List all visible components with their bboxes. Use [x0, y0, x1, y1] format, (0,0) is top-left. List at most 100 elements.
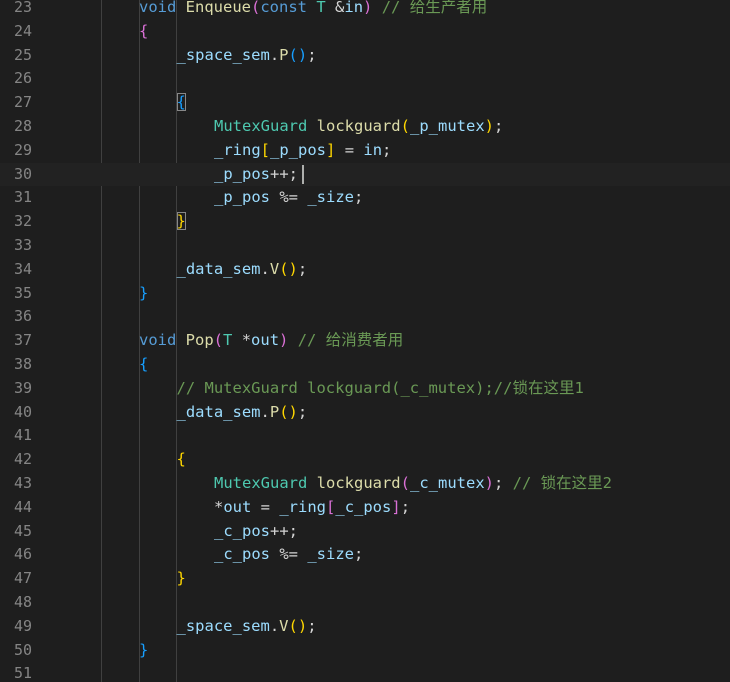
line-number: 50 [13, 640, 32, 659]
code-token: } [176, 212, 186, 231]
code-token: // 锁在这里2 [512, 474, 612, 492]
code-token: Pop [185, 331, 214, 350]
code-line[interactable]: 42 { [0, 448, 730, 472]
code-text: void Pop(T *out) // 给消费者用 [139, 329, 403, 353]
code-line[interactable]: 40 _data_sem.P(); [0, 401, 730, 425]
code-line[interactable]: 46 _c_pos %= _size; [0, 543, 730, 567]
code-token: ; [354, 188, 364, 207]
code-line[interactable]: 28 MutexGuard lockguard(_p_mutex); [0, 115, 730, 139]
code-line[interactable]: 23 void Enqueue(const T &in) // 给生产者用 [0, 0, 730, 20]
code-editor[interactable]: 23 void Enqueue(const T &in) // 给生产者用 24{2… [0, 0, 730, 682]
code-line[interactable]: 33 [0, 234, 730, 258]
code-text: } [139, 639, 148, 663]
code-token: out [251, 331, 280, 350]
code-token: lockguard [316, 474, 401, 492]
code-text: { [139, 353, 148, 377]
code-token: () [288, 45, 308, 64]
code-token: * [241, 331, 252, 350]
code-line[interactable]: 25 _space_sem.P(); [0, 44, 730, 68]
code-token: // 给生产者用 [381, 0, 488, 16]
code-line[interactable]: 47} [0, 567, 730, 591]
line-number: 28 [13, 117, 32, 135]
code-token: } [139, 283, 149, 302]
line-number: 24 [13, 21, 32, 40]
code-token: %= [270, 545, 308, 564]
code-token: } [176, 569, 186, 588]
code-token: . [269, 616, 280, 635]
code-token: out [223, 497, 252, 516]
code-token: ; [494, 117, 504, 135]
code-line[interactable]: 44 *out = _ring[_c_pos]; [0, 496, 730, 520]
code-token: T [316, 0, 336, 16]
code-token: { [139, 21, 149, 40]
code-line[interactable]: 41 [0, 424, 730, 448]
line-number: 35 [13, 283, 32, 302]
code-text: } [176, 210, 186, 234]
code-token: ++; [270, 521, 298, 540]
code-line[interactable]: 43 MutexGuard lockguard(_c_mutex); // 锁在这… [0, 472, 730, 496]
code-line[interactable]: 45 _c_pos++; [0, 520, 730, 544]
code-text: _space_sem.P(); [177, 44, 317, 68]
code-token: _c_mutex [410, 474, 485, 492]
code-text: _c_pos %= _size; [214, 543, 363, 567]
line-number: 40 [13, 402, 32, 421]
code-token: ( [251, 0, 261, 16]
code-text: MutexGuard lockguard(_p_mutex); [214, 115, 503, 139]
line-number: 48 [13, 593, 32, 611]
code-text: { [176, 91, 186, 115]
code-line[interactable]: 31 _p_pos %= _size; [0, 186, 730, 210]
line-number: 29 [13, 140, 32, 159]
code-token: in [363, 140, 383, 159]
code-token: _ring [279, 497, 327, 516]
text-cursor [302, 164, 304, 184]
line-number: 39 [13, 378, 32, 397]
code-line[interactable]: 35} [0, 282, 730, 306]
line-number: 30 [13, 164, 32, 183]
code-text: _p_pos++; [214, 163, 298, 187]
code-line[interactable]: 36 [0, 305, 730, 329]
code-token: = [251, 497, 280, 516]
code-token: void [139, 0, 186, 16]
line-number: 51 [13, 664, 32, 682]
code-token: * [214, 497, 224, 516]
code-token: _p_pos [214, 164, 270, 183]
code-line[interactable]: 24 { [0, 20, 730, 44]
code-token: () [279, 402, 298, 421]
line-number: 26 [13, 69, 32, 88]
code-line[interactable]: 29 _ring[_p_pos] = in; [0, 139, 730, 163]
code-line[interactable]: 38 { [0, 353, 730, 377]
code-line[interactable]: 49 _space_sem.V(); [0, 615, 730, 639]
code-line[interactable]: 39 // MutexGuard lockguard(_c_mutex);//锁在… [0, 377, 730, 401]
code-token: in [344, 0, 364, 16]
code-line[interactable]: 26 [0, 67, 730, 91]
code-line[interactable]: 27 { [0, 91, 730, 115]
code-token: P [279, 45, 289, 64]
code-line[interactable]: 32} [0, 210, 730, 234]
code-line[interactable]: 30 _p_pos++; [0, 162, 730, 187]
line-number: 45 [13, 521, 32, 540]
code-token: ; [400, 497, 411, 516]
code-token: ( [400, 474, 410, 492]
code-line[interactable]: 34 _data_sem.V(); [0, 258, 730, 282]
code-token: { [139, 355, 149, 373]
code-token: _size [307, 545, 354, 564]
code-token: P [269, 402, 280, 421]
code-line[interactable]: 50} [0, 639, 730, 663]
line-number: 33 [13, 236, 32, 254]
code-token: . [260, 402, 270, 421]
code-text: *out = _ring[_c_pos]; [214, 496, 410, 520]
code-line[interactable]: 51 [0, 662, 730, 682]
line-number: 23 [13, 0, 32, 16]
line-number: 46 [13, 545, 32, 564]
code-line[interactable]: 37 void Pop(T *out) // 给消费者用 [0, 329, 730, 353]
line-number: 32 [13, 212, 32, 231]
code-token: const [260, 0, 317, 16]
code-token: MutexGuard [214, 117, 317, 135]
code-token: . [269, 45, 280, 64]
code-token: () [279, 259, 298, 278]
code-token: } [139, 640, 149, 659]
code-token: // MutexGuard lockguard(_c_mutex);//锁在这里… [176, 378, 584, 397]
code-token: ; [382, 140, 392, 159]
code-line[interactable]: 48 [0, 591, 730, 615]
code-token: [ [260, 140, 271, 159]
